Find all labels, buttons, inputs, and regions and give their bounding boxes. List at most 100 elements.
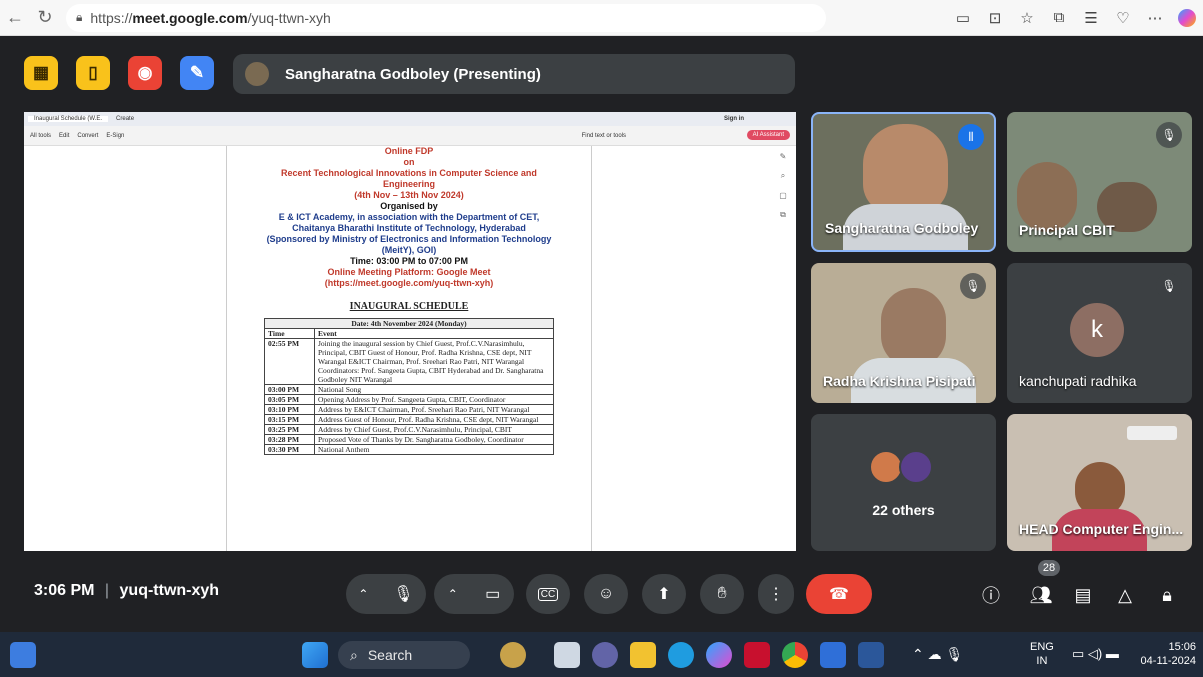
url-path: /yuq-ttwn-xyh: [247, 9, 331, 26]
participant-tile-presenter[interactable]: ⦀ Sangharatna Godboley: [811, 112, 996, 252]
tray-status-icons[interactable]: ▭ ◁) ▬: [1072, 646, 1119, 662]
schedule-date: Date: 4th November 2024 (Monday): [264, 318, 554, 329]
raise-hand-button[interactable]: ✋︎: [700, 574, 744, 614]
emoji-icon: ☺: [597, 585, 615, 602]
emoji-button[interactable]: ☺: [584, 574, 628, 614]
tile-name-kanchupati: kanchupati radhika: [1019, 373, 1137, 389]
taskbar: ⌕ Search ⌃ ☁︎ 🎙︎ ENG IN ▭ ◁) ▬ 15:06 04-…: [0, 632, 1203, 677]
performance-icon[interactable]: ♡: [1107, 4, 1139, 32]
others-tile[interactable]: 22 others: [811, 414, 996, 551]
shared-tab-2: Create: [116, 116, 135, 122]
camera-permission-icon[interactable]: ▭: [947, 4, 979, 32]
presenting-label: Sangharatna Godboley (Presenting): [285, 65, 541, 83]
table-row: 03:30 PM National Anthem: [264, 444, 554, 455]
host-controls-icon[interactable]: 🔒︎: [1152, 580, 1182, 610]
reading-view-icon[interactable]: ⊡: [979, 4, 1011, 32]
shared-tab-1: Inaugural Schedule (W.E.: [28, 116, 109, 122]
mic-off-icon: 🎙︎: [1156, 122, 1182, 148]
search-label: Search: [367, 647, 413, 663]
meeting-code: yuq-ttwn-xyh: [119, 582, 220, 599]
participant-tile-kanchupati[interactable]: k 🎙︎ kanchupati radhika: [1007, 263, 1192, 403]
presenting-chip[interactable]: Sangharatna Godboley (Presenting): [233, 54, 795, 94]
pdf-link: (https://meet.google.com/yuq-ttwn-xyh): [324, 278, 494, 288]
pdf-time: Time: 03:00 PM to 07:00 PM: [350, 256, 468, 266]
pdf-tool-3: Convert: [77, 132, 99, 139]
mic-options-icon[interactable]: ⌃: [358, 587, 368, 601]
meet-controls-bar: 3:06 PM | yuq-ttwn-xyh ⌃ 🎙︎ ⌃ ▭ CC ☺ ⬆ ✋…: [0, 560, 1203, 626]
shared-browser-tabs: Inaugural Schedule (W.E. Create: [24, 112, 796, 126]
pdf-sponsor: (Sponsored by Ministry of Electronics an…: [266, 234, 552, 255]
file-explorer-icon[interactable]: [630, 642, 656, 668]
widgets-icon[interactable]: [10, 642, 36, 668]
participant-tile-head[interactable]: HEAD Computer Engin...: [1007, 414, 1192, 551]
participant-tile-radha[interactable]: 🎙︎ Radha Krishna Pisipati: [811, 263, 996, 403]
favorites-icon[interactable]: ☰: [1075, 4, 1107, 32]
language-indicator[interactable]: ENG IN: [1030, 640, 1054, 668]
lang-line-1: ENG: [1030, 641, 1054, 653]
whiteboard-app-icon[interactable]: ▦: [24, 56, 58, 90]
url-prefix: https://: [90, 9, 133, 26]
camera-options-icon[interactable]: ⌃: [448, 587, 458, 601]
schedule-title: INAUGURAL SCHEDULE: [349, 301, 469, 312]
start-icon[interactable]: [302, 642, 328, 668]
meeting-separator: |: [104, 582, 110, 599]
present-button[interactable]: ⬆: [642, 574, 686, 614]
mic-icon[interactable]: 🎙︎: [393, 584, 413, 604]
reload-icon[interactable]: ↻: [30, 4, 60, 32]
clock[interactable]: 15:06 04-11-2024: [1134, 640, 1196, 668]
activities-icon[interactable]: △: [1110, 580, 1140, 610]
hand-icon: ✋︎: [717, 585, 727, 602]
back-icon[interactable]: ←: [0, 4, 30, 32]
present-icon: ⬆: [657, 586, 671, 603]
pdf-platform: Online Meeting Platform: Google Meet: [327, 267, 491, 277]
radha-video: [881, 288, 946, 368]
chrome-icon[interactable]: [782, 642, 808, 668]
word-icon[interactable]: [858, 642, 884, 668]
others-avatar-1: [869, 450, 903, 484]
info-icon[interactable]: ⓘ: [976, 580, 1006, 610]
document-app-icon[interactable]: ▯: [76, 56, 110, 90]
meet-top-bar: ▦ ▯ ◉ ✎ Sangharatna Godboley (Presenting…: [0, 36, 1203, 110]
form-app-icon[interactable]: ✎: [180, 56, 214, 90]
pdf-page-icon: ▢: [779, 191, 787, 200]
captions-button[interactable]: CC: [526, 574, 570, 614]
pdf-tool-1: All tools: [30, 132, 52, 139]
pdf-side-tools: ✎ ⌕ ▢ ⧉: [776, 152, 790, 220]
taskbar-search[interactable]: ⌕ Search: [338, 641, 470, 669]
people-icon[interactable]: 👥︎: [1026, 580, 1056, 610]
pdf-topic: Recent Technological Innovations in Comp…: [281, 168, 537, 189]
search-icon: ⌕: [350, 646, 358, 663]
table-row: 03:15 PM Address Guest of Honour, Prof. R…: [264, 414, 554, 425]
head-ac-unit: [1127, 426, 1177, 440]
edge-icon[interactable]: [668, 642, 694, 668]
kanchupati-avatar: k: [1070, 303, 1124, 357]
table-row: 03:00 PM National Song: [264, 384, 554, 395]
address-bar[interactable]: 🔒︎ https://meet.google.com/yuq-ttwn-xyh: [66, 3, 826, 32]
extensions-icon[interactable]: ⧉: [1043, 4, 1075, 32]
camera-icon[interactable]: ▭: [485, 584, 500, 604]
copilot-taskbar-icon[interactable]: [706, 642, 732, 668]
camera-control[interactable]: ⌃ ▭: [434, 574, 514, 614]
end-call-button[interactable]: ☎︎: [806, 574, 872, 614]
chat-icon[interactable]: ▤: [1068, 580, 1098, 610]
teams-icon[interactable]: [592, 642, 618, 668]
copilot-icon[interactable]: [1171, 4, 1203, 32]
lock-icon: 🔒︎: [76, 10, 83, 24]
record-icon[interactable]: ◉: [128, 56, 162, 90]
mic-control[interactable]: ⌃ 🎙︎: [346, 574, 426, 614]
tray-overflow-icon[interactable]: ⌃ ☁︎ 🎙︎: [912, 646, 963, 663]
pdf-comment-icon: ✎: [779, 152, 787, 161]
pdf-on-line: on: [403, 157, 415, 167]
pdf-sign-in: Sign in: [724, 116, 744, 122]
task-view-icon[interactable]: [554, 642, 580, 668]
pdf-page: Online FDP on Recent Technological Innov…: [226, 146, 592, 551]
favorite-star-icon[interactable]: ☆: [1011, 4, 1043, 32]
mcafee-icon[interactable]: [744, 642, 770, 668]
participant-tile-principal[interactable]: 🎙︎ Principal CBIT: [1007, 112, 1192, 252]
more-menu-icon[interactable]: ⋯: [1139, 4, 1171, 32]
table-row: 02:55 PM Joining the inaugural session by…: [264, 338, 554, 385]
store-icon[interactable]: [820, 642, 846, 668]
pdf-tool-2: Edit: [59, 132, 70, 139]
more-vert-icon: ⋮: [768, 586, 784, 603]
more-options-button[interactable]: ⋮: [758, 574, 794, 614]
